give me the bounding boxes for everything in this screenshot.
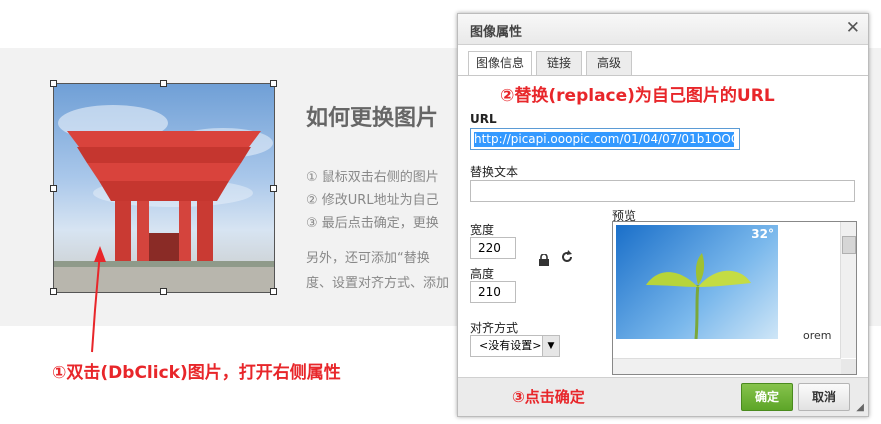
tab-panel-image-info: URL http://picapi.ooopic.com/01/04/07/01… <box>458 75 868 378</box>
dialog-title: 图像属性 <box>470 25 523 40</box>
scrollbar-corner <box>841 359 856 374</box>
resize-handle-bottom-right[interactable] <box>270 288 277 295</box>
preview-caption: 32° <box>751 227 774 241</box>
width-input[interactable]: 220 <box>470 237 516 259</box>
sprout-illustration <box>646 253 751 339</box>
tab-link[interactable]: 链接 <box>536 51 582 75</box>
lock-ratio-icon[interactable] <box>538 251 550 270</box>
width-label: 宽度 <box>470 223 495 237</box>
preview-horizontal-scrollbar[interactable] <box>613 358 841 374</box>
resize-handle-left[interactable] <box>50 185 57 192</box>
reset-size-icon[interactable] <box>560 249 574 268</box>
url-input[interactable]: http://picapi.ooopic.com/01/04/07/01b1OO… <box>470 128 740 150</box>
align-select[interactable]: <没有设置> ▼ <box>470 335 560 357</box>
chevron-down-icon[interactable]: ▼ <box>542 336 559 356</box>
preview-pane[interactable]: 32° orem <box>612 221 857 375</box>
url-label: URL <box>470 112 497 126</box>
tab-advanced[interactable]: 高级 <box>586 51 632 75</box>
image-properties-dialog: 图像属性 ✕ 图像信息 链接 高级 URL http://picapi.ooop… <box>457 13 869 417</box>
dialog-header[interactable]: 图像属性 ✕ <box>458 14 868 45</box>
resize-handle-top[interactable] <box>160 80 167 87</box>
align-label: 对齐方式 <box>470 321 519 335</box>
content-extra-2: 度、设置对齐方式、添加 <box>306 276 450 291</box>
selection-border <box>53 83 275 293</box>
close-icon[interactable]: ✕ <box>846 18 860 38</box>
ok-button[interactable]: 确定 <box>741 383 793 411</box>
preview-image: 32° <box>616 225 778 339</box>
alt-text-label: 替换文本 <box>470 165 519 179</box>
resize-handle-bottom-left[interactable] <box>50 288 57 295</box>
resize-handle-right[interactable] <box>270 185 277 192</box>
annotation-step-2: ②替换(replace)为自己图片的URL <box>500 86 775 106</box>
scrollbar-thumb[interactable] <box>842 236 856 254</box>
resize-handle-top-right[interactable] <box>270 80 277 87</box>
content-title: 如何更换图片 <box>306 106 439 131</box>
content-extra-1: 另外，还可添加“替换 <box>306 251 430 266</box>
align-select-value: <没有设置> <box>479 339 542 352</box>
alt-text-input[interactable] <box>470 180 855 202</box>
annotation-step-1: ①双击(DbClick)图片，打开右侧属性 <box>52 363 341 383</box>
resize-handle-top-left[interactable] <box>50 80 57 87</box>
resize-grip-icon[interactable]: ◢ <box>856 402 864 413</box>
tab-image-info[interactable]: 图像信息 <box>468 51 532 76</box>
content-line-1: ① 鼠标双击右侧的图片 <box>306 170 439 185</box>
resize-handle-bottom[interactable] <box>160 288 167 295</box>
url-input-value: http://picapi.ooopic.com/01/04/07/01b1OO… <box>474 132 734 147</box>
cancel-button[interactable]: 取消 <box>798 383 850 411</box>
preview-text: orem <box>803 329 832 342</box>
preview-vertical-scrollbar[interactable] <box>840 222 856 358</box>
height-label: 高度 <box>470 267 495 281</box>
annotation-step-3: ③点击确定 <box>512 388 585 406</box>
content-line-3: ③ 最后点击确定，更换 <box>306 216 439 231</box>
content-line-2: ② 修改URL地址为自己 <box>306 193 439 208</box>
selected-image[interactable] <box>50 80 277 295</box>
height-input[interactable]: 210 <box>470 281 516 303</box>
